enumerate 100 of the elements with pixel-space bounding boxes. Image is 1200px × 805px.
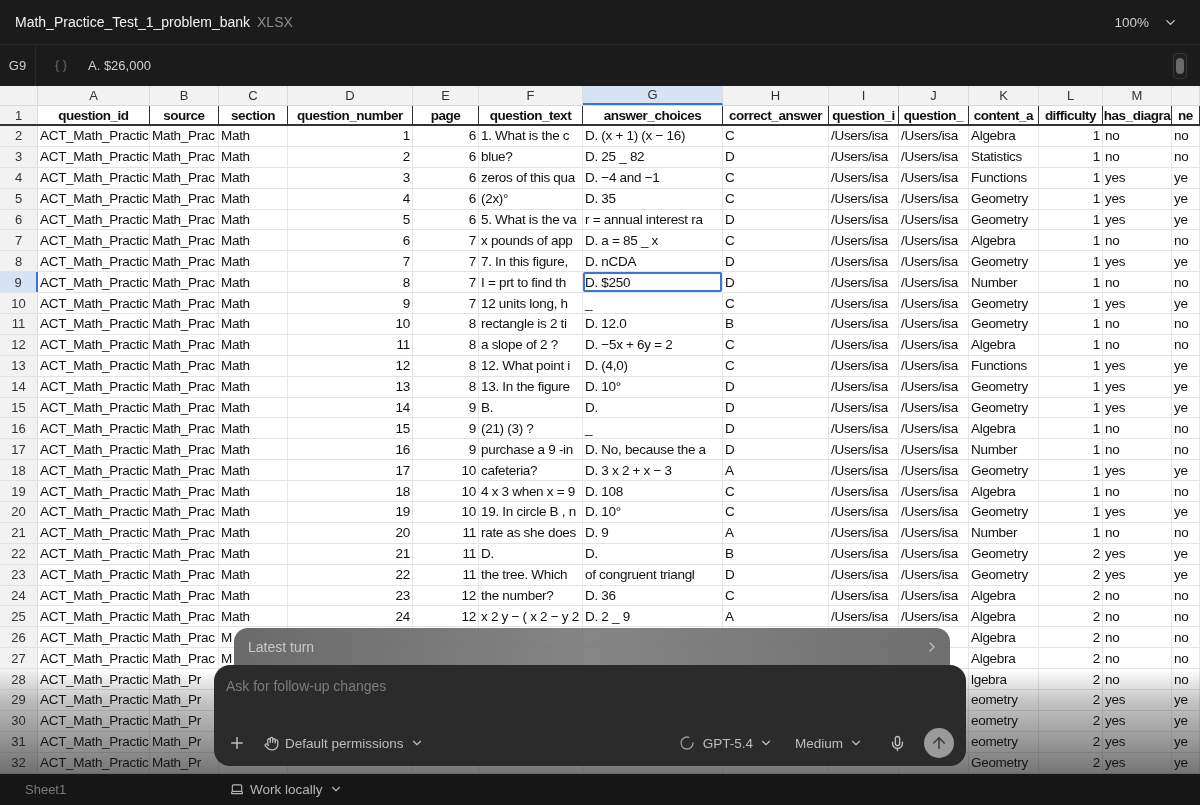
table-cell: /Users/isa [829, 481, 899, 502]
row-number[interactable]: 7 [0, 230, 38, 251]
table-cell: 10 [413, 460, 479, 481]
row-number[interactable]: 12 [0, 334, 38, 355]
row-number[interactable]: 4 [0, 167, 38, 188]
row-number[interactable]: 5 [0, 188, 38, 209]
table-cell: 9 [413, 418, 479, 439]
row-number[interactable]: 15 [0, 397, 38, 418]
row-number[interactable]: 24 [0, 585, 38, 606]
table-cell: ye [1172, 188, 1200, 209]
table-cell: Math [219, 355, 288, 376]
row-number[interactable]: 2 [0, 126, 38, 146]
table-cell: /Users/isa [829, 522, 899, 543]
table-cell: no [1103, 126, 1172, 146]
table-cell: Math_Prac [150, 627, 219, 648]
table-cell: 2 [1039, 564, 1103, 585]
row-number[interactable]: 25 [0, 606, 38, 627]
table-cell: 11 [288, 334, 413, 355]
zoom-dropdown[interactable]: 100% [1114, 14, 1178, 30]
row-number[interactable]: 28 [0, 669, 38, 690]
table-cell: ACT_Math_Practic [38, 627, 150, 648]
table-cell: 5. What is the va [479, 209, 583, 230]
table-cell: no [1103, 230, 1172, 251]
model-dropdown[interactable]: GPT-5.4 [702, 733, 773, 753]
table-cell: yes [1103, 376, 1172, 397]
table-cell: /Users/isa [829, 585, 899, 606]
scrollbar-thumb[interactable] [1173, 53, 1187, 79]
row-number[interactable]: 6 [0, 209, 38, 230]
table-cell: a slope of 2 ? [479, 334, 583, 355]
table-cell: Number [969, 522, 1039, 543]
table-cell: /Users/isa [829, 418, 899, 439]
row-number[interactable]: 27 [0, 648, 38, 669]
table-cell: ACT_Math_Practic [38, 690, 150, 710]
table-cell: Math_Prac [150, 376, 219, 397]
row-number[interactable]: 8 [0, 251, 38, 272]
table-cell: Math [219, 209, 288, 230]
sheet-tab[interactable]: Sheet1 [25, 781, 230, 797]
table-cell: B [723, 314, 829, 334]
table-cell: no [1103, 522, 1172, 543]
table-cell: /Users/isa [899, 481, 969, 502]
row-number[interactable]: 22 [0, 543, 38, 564]
table-cell: Math [219, 397, 288, 418]
row-number[interactable]: 16 [0, 418, 38, 439]
row-number[interactable]: 14 [0, 376, 38, 397]
table-cell: 3 [288, 167, 413, 188]
table-cell: Geometry [969, 564, 1039, 585]
row-number[interactable]: 20 [0, 502, 38, 522]
row-number[interactable]: 19 [0, 481, 38, 502]
table-cell: yes [1103, 752, 1172, 773]
table-cell: 2 [1039, 690, 1103, 710]
table-cell: 11 [413, 543, 479, 564]
row-number[interactable]: 18 [0, 460, 38, 481]
table-cell: /Users/isa [829, 543, 899, 564]
table-cell: ACT_Math_Practic [38, 522, 150, 543]
permissions-dropdown[interactable]: Default permissions [264, 733, 424, 753]
table-cell: /Users/isa [899, 564, 969, 585]
row-number[interactable]: 23 [0, 564, 38, 585]
row-number[interactable]: 3 [0, 146, 38, 167]
column-heading: has_diagra [1103, 106, 1172, 124]
send-button[interactable] [924, 728, 954, 758]
table-cell: Algebra [969, 648, 1039, 669]
row-number[interactable]: 13 [0, 355, 38, 376]
table-cell: /Users/isa [899, 397, 969, 418]
table-cell: 2 [1039, 648, 1103, 669]
table-cell: Functions [969, 355, 1039, 376]
column-heading: answer_choices [583, 106, 723, 124]
table-cell: no [1172, 230, 1200, 251]
table-cell: 6 [288, 230, 413, 251]
table-cell: no [1172, 146, 1200, 167]
effort-dropdown[interactable]: Medium [795, 733, 863, 753]
row-number[interactable]: 17 [0, 439, 38, 460]
table-cell: ACT_Math_Practic [38, 272, 150, 293]
table-cell: no [1103, 481, 1172, 502]
column-letter[interactable]: G [583, 86, 723, 105]
table-cell: 1 [1039, 230, 1103, 251]
row-number[interactable]: 11 [0, 314, 38, 334]
table-cell: rectangle is 2 ti [479, 314, 583, 334]
row-number[interactable]: 1 [0, 106, 38, 124]
work-locally-button[interactable]: Work locally [230, 781, 343, 797]
row-number[interactable]: 31 [0, 731, 38, 752]
follow-up-input[interactable]: Ask for follow-up changes [226, 678, 954, 694]
table-cell: Math_Prac [150, 209, 219, 230]
table-cell: 12 [288, 355, 413, 376]
table-cell: I = prt to find th [479, 272, 583, 293]
table-cell: 1 [1039, 460, 1103, 481]
column-heading: content_a [969, 106, 1039, 124]
row-number[interactable]: 30 [0, 710, 38, 731]
table-cell: D [723, 272, 829, 293]
column-heading: page [413, 106, 479, 124]
table-cell: C [723, 585, 829, 606]
row-number[interactable]: 10 [0, 293, 38, 313]
table-cell: yes [1103, 251, 1172, 272]
row-number[interactable]: 9 [0, 272, 38, 293]
row-number[interactable]: 32 [0, 752, 38, 773]
table-cell: no [1103, 585, 1172, 606]
table-cell: 1 [1039, 418, 1103, 439]
row-number[interactable]: 29 [0, 690, 38, 710]
row-number[interactable]: 26 [0, 627, 38, 648]
table-cell: _ [583, 293, 723, 313]
row-number[interactable]: 21 [0, 522, 38, 543]
